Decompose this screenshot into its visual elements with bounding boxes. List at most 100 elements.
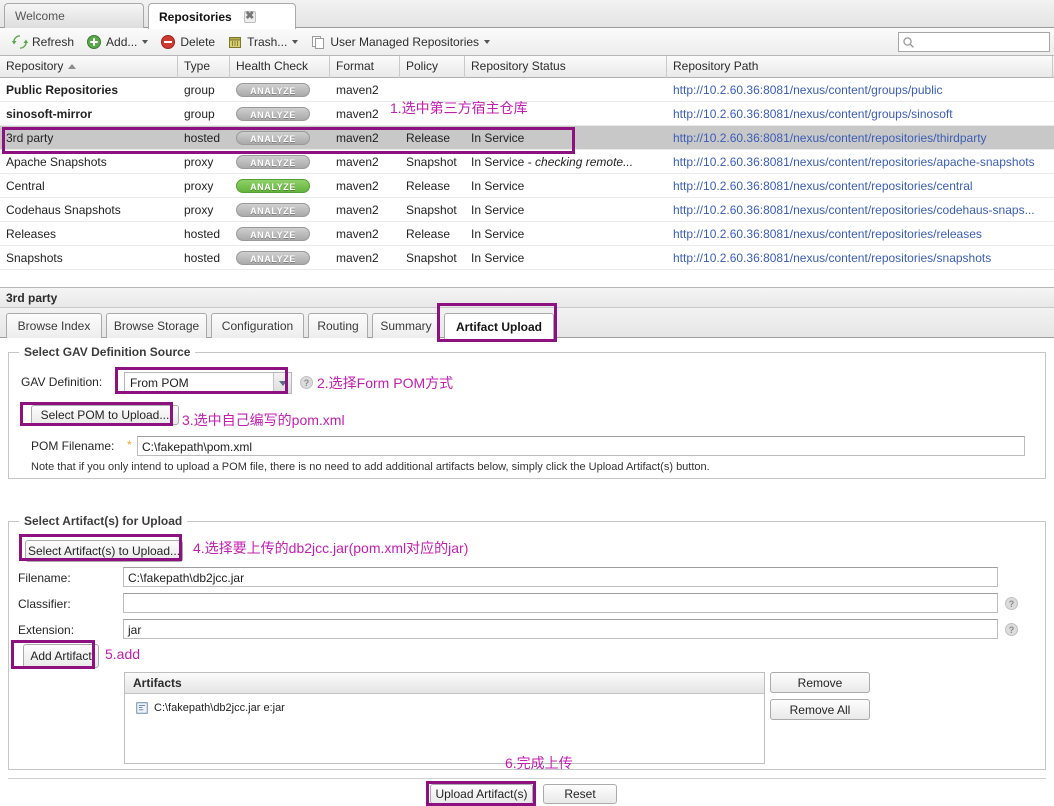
extension-label: Extension: (18, 623, 75, 637)
analyze-button[interactable]: ANALYZE (236, 226, 310, 241)
cell-health-check: ANALYZE (230, 222, 330, 246)
tab-repositories-label: Repositories (159, 9, 232, 24)
trash-button[interactable]: Trash... (221, 31, 304, 53)
remove-button[interactable]: Remove (770, 672, 870, 693)
select-pom-to-upload-button[interactable]: Select POM to Upload... (31, 405, 179, 425)
artifacts-list-body: C:\fakepath\db2jcc.jar e:jar (125, 698, 764, 718)
extension-input[interactable]: jar (123, 619, 998, 639)
column-header-repository-path[interactable]: Repository Path (667, 56, 1053, 78)
cell-repository-path[interactable]: http://10.2.60.36:8081/nexus/content/rep… (667, 126, 1053, 150)
cell-repository-path[interactable]: http://10.2.60.36:8081/nexus/content/rep… (667, 222, 1053, 246)
classifier-input[interactable] (123, 593, 998, 613)
analyze-button[interactable]: ANALYZE (236, 154, 310, 169)
pom-filename-input[interactable]: C:\fakepath\pom.xml (137, 436, 1025, 456)
column-header-type[interactable]: Type (178, 56, 230, 78)
column-header-format[interactable]: Format (330, 56, 400, 78)
tab-configuration[interactable]: Configuration (211, 313, 304, 338)
cell-health-check: ANALYZE (230, 126, 330, 150)
delete-button-label: Delete (180, 34, 216, 49)
search-input[interactable] (917, 34, 1045, 50)
tab-routing[interactable]: Routing (308, 313, 368, 338)
cell-repository: Apache Snapshots (6, 154, 107, 169)
status-detail-text: checking remote... (535, 154, 634, 169)
remove-all-button[interactable]: Remove All (770, 699, 870, 720)
column-header-policy[interactable]: Policy (400, 56, 465, 78)
cell-health-check: ANALYZE (230, 174, 330, 198)
column-header-health-check[interactable]: Health Check (230, 56, 330, 78)
cell-repository-path[interactable]: http://10.2.60.36:8081/nexus/content/rep… (667, 198, 1053, 222)
cell-repository-path[interactable]: http://10.2.60.36:8081/nexus/content/rep… (667, 174, 1053, 198)
upload-artifacts-button[interactable]: Upload Artifact(s) (430, 784, 533, 804)
gav-definition-select[interactable]: From POM (124, 372, 292, 394)
chevron-down-icon (292, 39, 299, 44)
pom-upload-note: Note that if you only intend to upload a… (31, 461, 710, 473)
reset-button[interactable]: Reset (543, 784, 617, 804)
table-row[interactable]: Snapshots hosted ANALYZE maven2 Snapshot In S… (0, 246, 1054, 270)
required-marker: * (114, 374, 119, 388)
help-icon[interactable]: ? (300, 376, 313, 389)
analyze-button[interactable]: ANALYZE (236, 130, 310, 145)
cell-health-check: ANALYZE (230, 246, 330, 270)
cell-repository-status: In Service (465, 222, 667, 246)
list-item[interactable]: C:\fakepath\db2jcc.jar e:jar (125, 698, 764, 718)
search-box[interactable] (898, 32, 1050, 52)
tab-browse-storage[interactable]: Browse Storage (106, 313, 207, 338)
cell-repository-path[interactable]: http://10.2.60.36:8081/nexus/content/rep… (667, 150, 1053, 174)
tab-welcome[interactable]: Welcome (4, 3, 144, 28)
status-text: In Service (471, 226, 525, 241)
help-icon[interactable]: ? (1005, 597, 1018, 610)
cell-repository: 3rd party (6, 130, 54, 145)
delete-button[interactable]: Delete (154, 31, 221, 53)
tab-browse-index[interactable]: Browse Index (6, 313, 102, 338)
tab-artifact-upload[interactable]: Artifact Upload (444, 313, 554, 339)
main-tab-strip: Welcome Repositories ✖ (0, 0, 1054, 29)
annotation-6: 6.完成上传 (505, 755, 573, 771)
table-row[interactable]: Apache Snapshots proxy ANALYZE maven2 Snapsh… (0, 150, 1054, 174)
cell-policy: Release (406, 226, 451, 241)
analyze-button[interactable]: ANALYZE (236, 202, 310, 217)
close-icon[interactable]: ✖ (243, 10, 256, 23)
analyze-button[interactable]: ANALYZE (236, 106, 310, 121)
cell-repository-path[interactable]: http://10.2.60.36:8081/nexus/content/gro… (667, 102, 1053, 126)
cell-repository-path[interactable]: http://10.2.60.36:8081/nexus/content/gro… (667, 78, 1053, 102)
chevron-down-icon[interactable] (273, 373, 291, 393)
cell-repository-status: In Service (465, 174, 667, 198)
cell-policy: Release (406, 178, 451, 193)
select-artifacts-to-upload-button[interactable]: Select Artifact(s) to Upload... (25, 540, 183, 562)
cell-format: maven2 (336, 130, 379, 145)
user-managed-repositories-button[interactable]: User Managed Repositories (304, 31, 496, 53)
tab-label: Summary (380, 319, 432, 333)
tab-repositories[interactable]: Repositories ✖ (148, 3, 296, 29)
cell-repository: Codehaus Snapshots (6, 202, 121, 217)
cell-repository-path[interactable]: http://10.2.60.36:8081/nexus/content/rep… (667, 246, 1053, 270)
cell-health-check: ANALYZE (230, 102, 330, 126)
cell-type: hosted (184, 226, 221, 241)
table-row[interactable]: Codehaus Snapshots proxy ANALYZE maven2 Snap… (0, 198, 1054, 222)
analyze-button[interactable]: ANALYZE (236, 82, 310, 97)
cell-type: hosted (184, 250, 221, 265)
refresh-button[interactable]: Refresh (6, 31, 80, 53)
column-header-repository-status[interactable]: Repository Status (465, 56, 667, 78)
analyze-button[interactable]: ANALYZE (236, 250, 310, 265)
cell-type: proxy (184, 154, 214, 169)
add-artifact-button[interactable]: Add Artifact (23, 644, 99, 668)
status-text: In Service (471, 250, 525, 265)
help-icon[interactable]: ? (1005, 623, 1018, 636)
table-row[interactable]: 3rd party hosted ANALYZE maven2 Release In Se… (0, 126, 1054, 150)
cell-type: group (184, 106, 215, 121)
cell-policy: Snapshot (406, 154, 457, 169)
table-row[interactable]: Releases hosted ANALYZE maven2 Release In Ser… (0, 222, 1054, 246)
annotation-5: 5.add (105, 646, 141, 662)
artifact-upload-fieldset: Select Artifact(s) for Upload Select Art… (8, 514, 1046, 770)
classifier-label: Classifier: (18, 597, 71, 611)
column-header-repository[interactable]: Repository (0, 56, 178, 78)
filename-input[interactable]: C:\fakepath\db2jcc.jar (123, 567, 998, 587)
add-button[interactable]: Add... (80, 31, 154, 53)
cell-health-check: ANALYZE (230, 78, 330, 102)
tab-summary[interactable]: Summary (372, 313, 440, 338)
table-row[interactable]: Central proxy ANALYZE maven2 Release In Servi… (0, 174, 1054, 198)
analyze-button[interactable]: ANALYZE (236, 178, 310, 193)
cell-type: hosted (184, 130, 221, 145)
add-icon (86, 34, 102, 50)
gav-definition-fieldset: Select GAV Definition Source GAV Definit… (8, 345, 1046, 479)
